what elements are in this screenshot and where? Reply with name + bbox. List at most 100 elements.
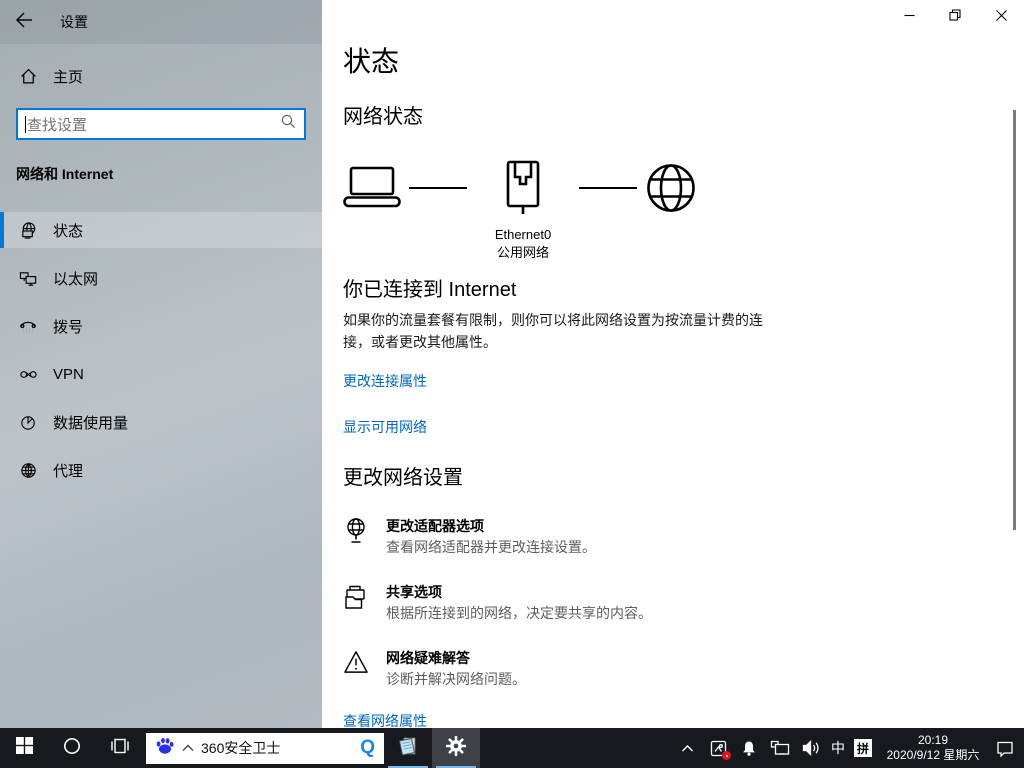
- back-arrow-icon: [15, 12, 33, 33]
- item-description: 诊断并解决网络问题。: [386, 669, 526, 689]
- status-page: 状态 网络状态 Ethernet0 公用网络: [322, 0, 1024, 728]
- clock-date: 2020/9/12 星期六: [881, 748, 985, 763]
- vpn-icon: [18, 364, 38, 384]
- data-usage-icon: [18, 412, 38, 432]
- proxy-icon: [18, 460, 38, 480]
- laptop-icon: [343, 166, 401, 213]
- notification-bell-icon[interactable]: [738, 735, 760, 761]
- sidebar-item-label: 数据使用量: [53, 412, 128, 433]
- close-button[interactable]: [978, 0, 1024, 30]
- tray-chevron-up-icon[interactable]: [676, 735, 698, 761]
- connected-heading: 你已连接到 Internet: [343, 277, 1024, 303]
- sidebar-item-home[interactable]: 主页: [0, 58, 322, 94]
- cortana-button[interactable]: [48, 728, 96, 768]
- taskbar-search-box[interactable]: 360安全卫士 Q: [146, 733, 384, 764]
- sidebar-item-data-usage[interactable]: 数据使用量: [0, 404, 322, 440]
- search-placeholder: 查找设置: [27, 114, 281, 135]
- change-network-settings-heading: 更改网络设置: [343, 465, 1024, 491]
- titlebar-left: 设置: [0, 0, 322, 44]
- window-controls: [886, 0, 1024, 30]
- task-view-icon: [110, 737, 130, 760]
- connected-description: 如果你的流量套餐有限制，则你可以将此网络设置为按流量计费的连接，或者更改其他属性…: [343, 309, 775, 353]
- ethernet-node: Ethernet0 公用网络: [475, 160, 571, 261]
- taskbar-clock[interactable]: 20:19 2020/9/12 星期六: [881, 733, 985, 763]
- windows-desktop: 设置 主页 查找设置 网络和 Internet: [0, 0, 1024, 768]
- task-view-button[interactable]: [96, 728, 144, 768]
- connection-line: [409, 187, 467, 189]
- page-title: 状态: [343, 44, 1024, 80]
- status-icon: [18, 220, 38, 240]
- sidebar-item-label: 拨号: [53, 316, 83, 337]
- change-connection-properties-link[interactable]: 更改连接属性: [343, 371, 427, 391]
- sidebar-item-vpn[interactable]: VPN: [0, 356, 322, 392]
- baidu-logo-icon: [155, 736, 175, 761]
- selection-accent-bar: [0, 212, 4, 248]
- ethernet-plug-icon: [500, 160, 546, 221]
- adapter-name: Ethernet0: [495, 227, 551, 243]
- network-diagram: Ethernet0 公用网络: [343, 160, 1024, 261]
- taskbar: 360安全卫士 Q: [0, 728, 1024, 768]
- sharing-options-item[interactable]: 共享选项 根据所连接到的网络，决定要共享的内容。: [343, 583, 1024, 623]
- show-available-networks-link[interactable]: 显示可用网络: [343, 417, 427, 437]
- chevron-up-icon[interactable]: [182, 739, 194, 757]
- sidebar-item-ethernet[interactable]: 以太网: [0, 260, 322, 296]
- search-icon: [281, 114, 296, 134]
- back-button[interactable]: [0, 0, 48, 44]
- sidebar-item-dialup[interactable]: 拨号: [0, 308, 322, 344]
- taskbar-app-notepad[interactable]: [384, 728, 432, 768]
- adapter-options-item[interactable]: 更改适配器选项 查看网络适配器并更改连接设置。: [343, 517, 1024, 557]
- sidebar-nav: 状态 以太网 拨号 V: [0, 212, 322, 488]
- sidebar-item-proxy[interactable]: 代理: [0, 452, 322, 488]
- network-tray-icon[interactable]: [769, 735, 791, 761]
- item-description: 根据所连接到的网络，决定要共享的内容。: [386, 603, 652, 623]
- ime-mode-indicator[interactable]: 拼: [854, 739, 872, 757]
- text-caret: [25, 116, 26, 133]
- notification-badge: [722, 751, 731, 760]
- settings-sidebar: 设置 主页 查找设置 网络和 Internet: [0, 0, 322, 728]
- view-network-properties-link[interactable]: 查看网络属性: [343, 711, 427, 728]
- volume-icon[interactable]: [800, 735, 822, 761]
- home-icon: [18, 66, 38, 86]
- search-input[interactable]: 查找设置: [16, 108, 306, 140]
- sidebar-item-label: 代理: [53, 460, 83, 481]
- connection-line: [579, 187, 637, 189]
- search-engine-icon: Q: [360, 737, 375, 759]
- tray-360-icon[interactable]: [707, 735, 729, 761]
- ethernet-icon: [18, 268, 38, 288]
- adapter-options-icon: [343, 517, 369, 543]
- network-type: 公用网络: [497, 245, 549, 261]
- item-title: 更改适配器选项: [386, 517, 596, 535]
- clock-time: 20:19: [881, 733, 985, 748]
- sidebar-item-status[interactable]: 状态: [0, 212, 322, 248]
- action-center-icon[interactable]: [994, 735, 1016, 761]
- sidebar-item-label: 以太网: [53, 268, 98, 289]
- cortana-circle-icon: [63, 737, 81, 760]
- sidebar-item-label: VPN: [53, 366, 84, 383]
- taskbar-search-text: 360安全卫士: [201, 738, 353, 758]
- window-title: 设置: [60, 12, 88, 32]
- notepad-icon: [396, 734, 420, 763]
- network-status-heading: 网络状态: [343, 104, 1024, 130]
- vertical-scrollbar[interactable]: [1013, 110, 1016, 530]
- gear-icon: [445, 735, 467, 762]
- item-description: 查看网络适配器并更改连接设置。: [386, 537, 596, 557]
- windows-logo-icon: [16, 737, 33, 759]
- troubleshoot-warning-icon: [343, 649, 369, 675]
- sharing-options-icon: [343, 583, 369, 609]
- adapter-options-texts: 更改适配器选项 查看网络适配器并更改连接设置。: [386, 517, 596, 557]
- start-button[interactable]: [0, 728, 48, 768]
- network-troubleshooter-item[interactable]: 网络疑难解答 诊断并解决网络问题。: [343, 649, 1024, 689]
- settings-window: 设置 主页 查找设置 网络和 Internet: [0, 0, 1024, 728]
- sidebar-item-label: 状态: [53, 220, 83, 241]
- internet-globe-icon: [645, 162, 697, 219]
- ime-language-indicator[interactable]: 中: [831, 738, 845, 758]
- dialup-icon: [18, 316, 38, 336]
- taskbar-app-settings[interactable]: [432, 728, 480, 768]
- system-tray: 中 拼 20:19 2020/9/12 星期六: [676, 733, 1024, 763]
- item-title: 网络疑难解答: [386, 649, 526, 667]
- item-title: 共享选项: [386, 583, 652, 601]
- restore-button[interactable]: [932, 0, 978, 30]
- sidebar-section-title: 网络和 Internet: [16, 164, 306, 184]
- troubleshooter-texts: 网络疑难解答 诊断并解决网络问题。: [386, 649, 526, 689]
- minimize-button[interactable]: [886, 0, 932, 30]
